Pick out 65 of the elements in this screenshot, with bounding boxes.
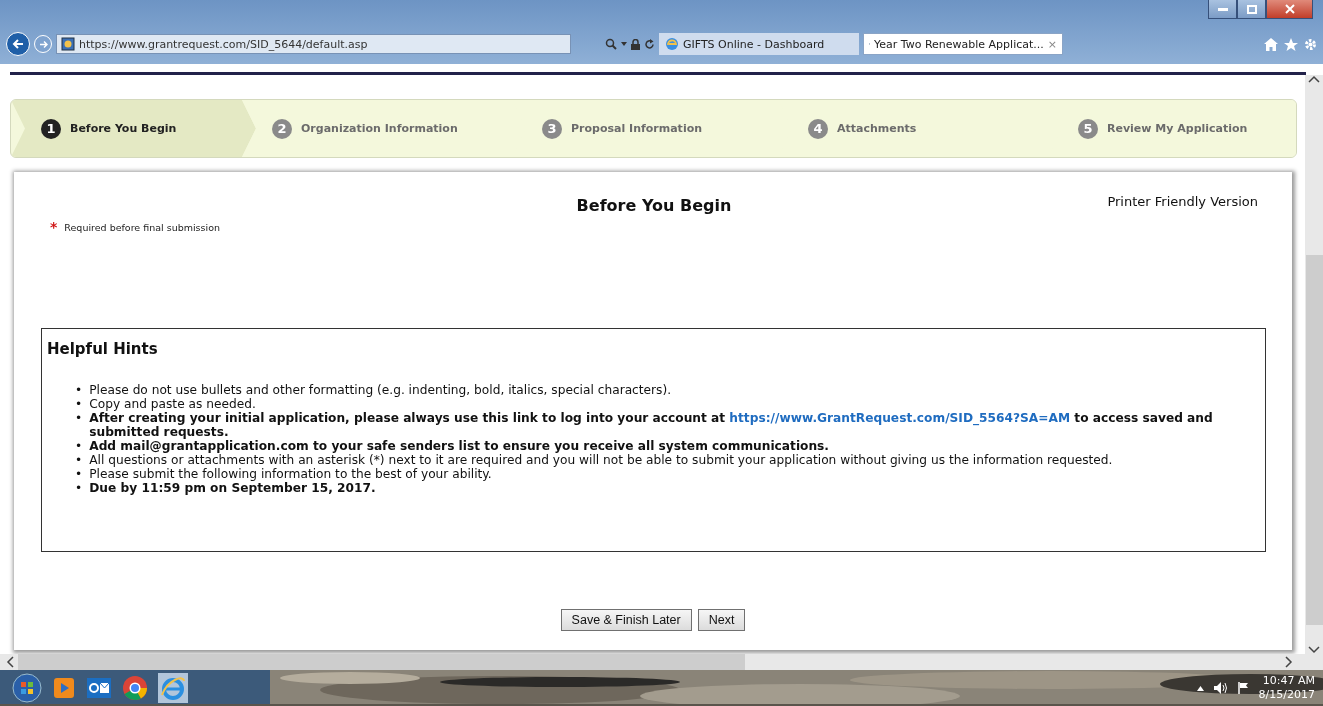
speaker-icon[interactable] bbox=[1213, 682, 1228, 694]
lock-icon bbox=[631, 38, 640, 50]
minimize-icon bbox=[1217, 7, 1228, 11]
browser-tab[interactable]: Year Two Renewable Applicat... × bbox=[863, 33, 1063, 55]
hint-text: After creating your initial application, please always use this link to log into your account at https://www.GrantRequest.com/SID_5564?SA=AM to access saved and submitted requests. bbox=[89, 411, 1214, 439]
address-field[interactable]: https://www.grantrequest.com/SID_5644/default.asp bbox=[56, 34, 571, 54]
bullet-mark: • bbox=[75, 397, 83, 411]
login-link[interactable]: https://www.GrantRequest.com/SID_5564?SA=AM bbox=[729, 411, 1071, 425]
media-player-icon[interactable] bbox=[52, 676, 76, 700]
flag-icon[interactable] bbox=[1237, 682, 1249, 694]
required-note: Required before final submission bbox=[64, 222, 220, 233]
scroll-up-icon[interactable] bbox=[1308, 75, 1320, 83]
next-button[interactable]: Next bbox=[697, 609, 746, 631]
hint-text: All questions or attachments with an asterisk (*) next to it are required and you will not be able to submit your application without giving us the information requested. bbox=[89, 453, 1114, 467]
show-hidden-icons-icon[interactable] bbox=[1196, 685, 1204, 691]
required-asterisk: * bbox=[50, 222, 58, 232]
hints-heading: Helpful Hints bbox=[47, 340, 158, 358]
page-title: Before You Begin bbox=[576, 196, 732, 217]
hint-text: Please do not use bullets and other formatting (e.g. indenting, bold, italics, special characters). bbox=[89, 383, 673, 397]
bullet-mark: • bbox=[75, 411, 83, 425]
mail-app-icon[interactable] bbox=[86, 676, 112, 700]
horizontal-scrollbar[interactable] bbox=[0, 654, 1323, 670]
minimize-button[interactable] bbox=[1208, 0, 1237, 19]
maximize-button[interactable] bbox=[1237, 0, 1266, 19]
step-number: 1 bbox=[41, 118, 61, 139]
bullet-mark: • bbox=[75, 383, 83, 397]
search-icon[interactable] bbox=[605, 38, 617, 50]
step-number: 5 bbox=[1078, 118, 1098, 139]
maximize-icon bbox=[1246, 4, 1257, 14]
favorites-star-icon[interactable] bbox=[1284, 37, 1298, 51]
printer-friendly-link[interactable]: Printer Friendly Version bbox=[1107, 194, 1258, 328]
settings-icon[interactable] bbox=[1304, 37, 1317, 51]
wizard-step-tab[interactable]: 1 Before You Begin bbox=[11, 100, 256, 157]
bullet-mark: • bbox=[75, 453, 83, 467]
start-orb-icon[interactable] bbox=[12, 673, 42, 703]
hint-text: Please submit the following information to the best of your ability. bbox=[89, 467, 493, 481]
chrome-browser-icon[interactable] bbox=[122, 675, 148, 701]
dropdown-icon[interactable] bbox=[621, 42, 627, 46]
vertical-scrollbar[interactable] bbox=[1305, 75, 1323, 654]
hint-text: Due by 11:59 pm on September 15, 2017. bbox=[89, 481, 377, 495]
browser-e-icon bbox=[665, 37, 679, 51]
browser-tab[interactable]: GIFTS Online - Dashboard bbox=[659, 33, 859, 55]
bullet-mark: • bbox=[75, 481, 83, 495]
scroll-right-icon[interactable] bbox=[1285, 656, 1293, 668]
back-arrow-icon bbox=[12, 38, 24, 50]
close-button[interactable] bbox=[1266, 0, 1313, 19]
close-icon bbox=[1284, 4, 1295, 14]
forward-button[interactable] bbox=[34, 35, 52, 53]
url-text: https://www.grantrequest.com/SID_5644/default.asp bbox=[79, 37, 368, 51]
hint-text: Copy and paste as needed. bbox=[89, 397, 257, 411]
refresh-icon[interactable] bbox=[644, 38, 655, 50]
clock[interactable]: 10:47 AM 8/15/2017 bbox=[1258, 674, 1315, 702]
back-button[interactable] bbox=[6, 32, 30, 56]
bullet-mark: • bbox=[75, 439, 83, 453]
forward-arrow-icon bbox=[38, 39, 48, 49]
save-finish-later-button[interactable]: Save & Finish Later bbox=[560, 609, 692, 631]
bullet-mark: • bbox=[75, 467, 83, 481]
step-number: 4 bbox=[808, 118, 828, 139]
scroll-left-icon[interactable] bbox=[6, 656, 14, 668]
scroll-down-icon[interactable] bbox=[1308, 646, 1320, 654]
home-icon[interactable] bbox=[1264, 37, 1278, 51]
step-number: 2 bbox=[272, 118, 292, 139]
step-number: 3 bbox=[542, 118, 562, 139]
close-tab-button[interactable]: × bbox=[1047, 37, 1057, 51]
hint-text: Add mail@grantapplication.com to your safe senders list to ensure you receive all system communications. bbox=[89, 439, 830, 453]
